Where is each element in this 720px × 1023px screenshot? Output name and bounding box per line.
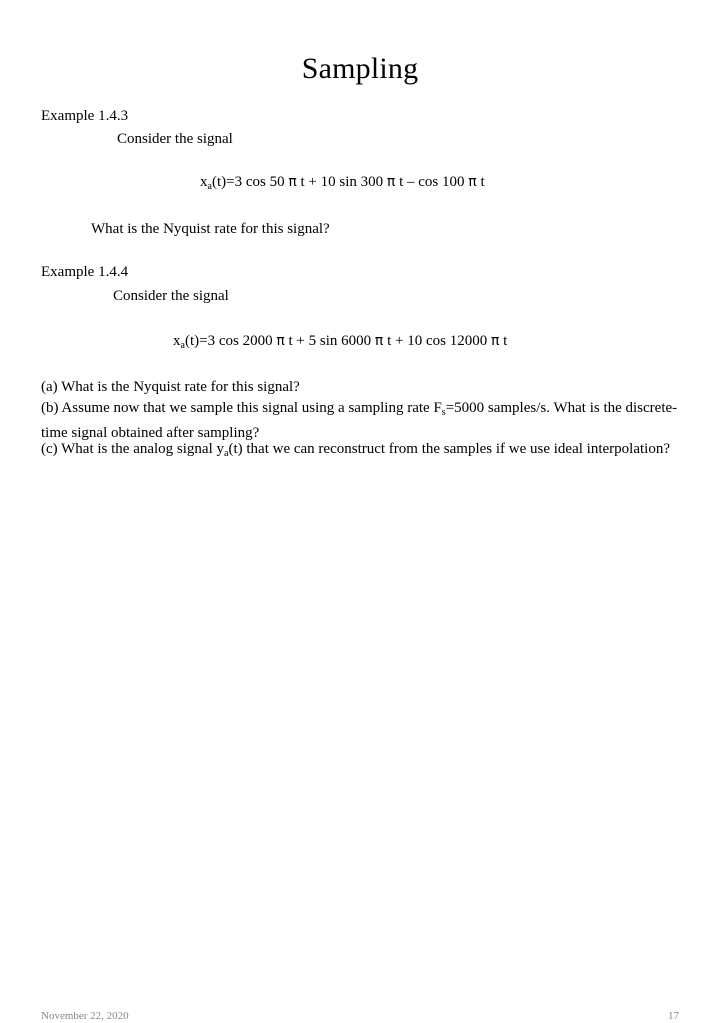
question-c-text-2: (t) that we can reconstruct from the sam… — [228, 441, 670, 457]
question-c-text-1: (c) What is the analog signal y — [41, 441, 225, 457]
question-b: (b) Assume now that we sample this signa… — [41, 398, 681, 443]
footer-page-number: 17 — [668, 1010, 679, 1022]
page-title: Sampling — [301, 52, 419, 85]
equation-2-segment-1: (t)=3 cos 2000 — [184, 333, 277, 349]
equation-1-segment-1: (t)=3 cos 50 — [211, 174, 289, 190]
example-1-question: What is the Nyquist rate for this signal… — [91, 221, 330, 237]
equation-2-variable: x — [173, 333, 181, 349]
question-b-text-1: (b) Assume now that we sample this signa… — [41, 400, 442, 416]
example-2-consider-text: Consider the signal — [113, 288, 229, 304]
example-1-consider-text: Consider the signal — [117, 131, 233, 147]
slide-canvas: Sampling Example 1.4.3 Consider the sign… — [0, 0, 720, 1022]
pi-symbol: π — [468, 174, 477, 190]
equation-1-segment-2: t + 10 sin 300 — [296, 174, 387, 190]
example-2-heading: Example 1.4.4 — [41, 264, 129, 280]
pi-symbol: π — [288, 174, 297, 190]
equation-2-segment-4: t — [499, 333, 508, 349]
equation-1-segment-3: t – cos 100 — [395, 174, 469, 190]
equation-2-segment-3: t + 10 cos 12000 — [383, 333, 491, 349]
slide-footer: November 22, 2020 17 — [0, 500, 720, 1022]
equation-1-variable: x — [200, 174, 208, 190]
example-2-equation: xa(t)=3 cos 2000 π t + 5 sin 6000 π t + … — [173, 332, 507, 355]
equation-1-segment-4: t — [476, 174, 485, 190]
example-1-equation: xa(t)=3 cos 50 π t + 10 sin 300 π t – co… — [200, 173, 485, 196]
example-1-heading: Example 1.4.3 — [41, 108, 129, 124]
equation-2-segment-2: t + 5 sin 6000 — [284, 333, 375, 349]
question-c: (c) What is the analog signal ya(t) that… — [41, 439, 671, 464]
question-a: (a) What is the Nyquist rate for this si… — [41, 379, 300, 395]
pi-symbol: π — [276, 333, 285, 349]
